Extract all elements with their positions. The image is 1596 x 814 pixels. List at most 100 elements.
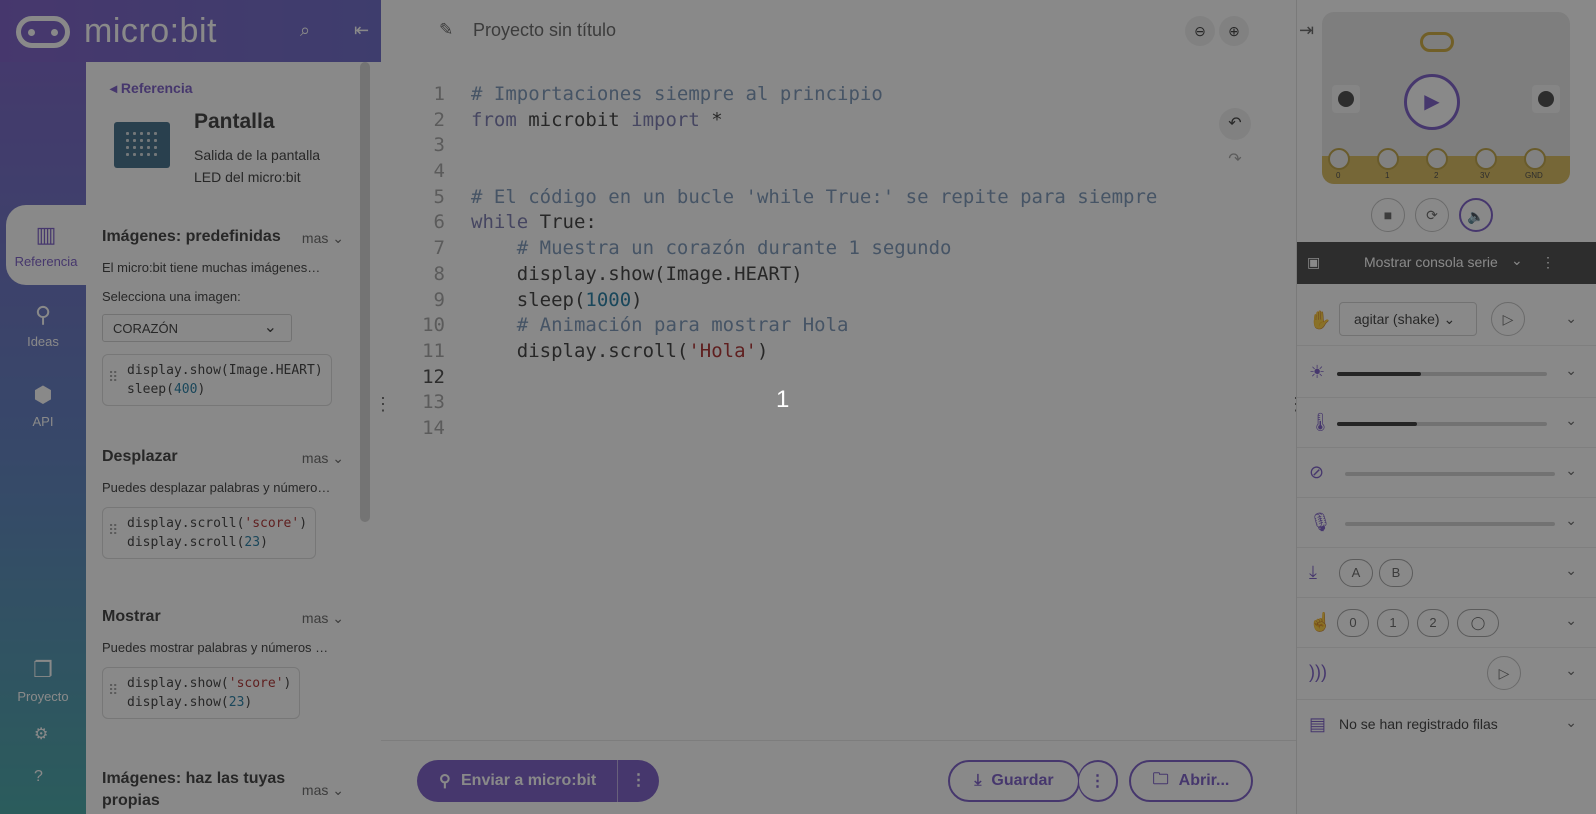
more-toggle[interactable]: mas ⌄ — [302, 230, 344, 247]
compass-icon: ⊘ — [1309, 462, 1325, 482]
more-toggle[interactable]: mas ⌄ — [302, 450, 344, 467]
scrollbar[interactable] — [360, 62, 370, 522]
undo-button[interactable]: ↶ — [1219, 108, 1251, 140]
serial-console-bar[interactable]: ▣ Mostrar consola serie ⌄ ⋮ — [1297, 242, 1596, 284]
pencil-icon[interactable]: ✎ — [439, 20, 453, 40]
serial-more-icon[interactable]: ⋮ — [1541, 254, 1555, 271]
touch-pin-0[interactable]: 0 — [1337, 609, 1369, 637]
code-snippet[interactable]: display.show(Image.HEART) sleep(400) — [102, 354, 332, 406]
pin-label: 0 — [1336, 171, 1341, 180]
sound-slider[interactable] — [1345, 522, 1555, 526]
led-display-thumbnail — [114, 122, 170, 168]
sensor-radio: ))) ▷ ⌄ — [1297, 648, 1596, 700]
zoom-in-button[interactable]: ⊕ — [1219, 16, 1249, 46]
sensor-buttons: ⤓ A B ⌄ — [1297, 548, 1596, 598]
image-select-value: CORAZÓN — [113, 321, 178, 336]
help-icon[interactable]: ? — [34, 768, 43, 786]
project-name[interactable]: Proyecto sin título — [473, 20, 616, 41]
section-desc: Puedes mostrar palabras y números … — [102, 640, 329, 655]
image-select[interactable]: CORAZÓN — [102, 314, 292, 342]
code-line: 3 — [401, 133, 1157, 159]
rail-item-label: Ideas — [27, 333, 59, 349]
usb-icon: ⚲ — [439, 773, 451, 790]
compass-slider[interactable] — [1345, 472, 1555, 476]
mute-button[interactable]: 🔈 — [1459, 198, 1493, 232]
ref-section-scroll: Desplazar mas ⌄ Puedes desplazar palabra… — [102, 448, 360, 559]
line-number: 1 — [433, 83, 445, 105]
button-a-toggle[interactable]: A — [1339, 559, 1373, 587]
temperature-slider-fill — [1337, 422, 1417, 426]
temperature-slider[interactable] — [1337, 422, 1547, 426]
board-button-b[interactable] — [1532, 85, 1560, 113]
sensor-temperature: 🌡 ⌄ — [1297, 398, 1596, 448]
stop-icon: ■ — [1383, 207, 1393, 223]
resize-handle-left[interactable]: ⋮ — [374, 394, 392, 415]
code-snippet[interactable]: display.show('score') display.show(23) — [102, 667, 301, 719]
play-simulator-button[interactable]: ▶ — [1404, 74, 1460, 130]
microbit-board: ▶ 0 1 2 3V GND — [1322, 12, 1570, 184]
send-more-button[interactable]: ⋮ — [617, 760, 659, 802]
stop-button[interactable]: ■ — [1371, 198, 1405, 232]
pin-1[interactable] — [1377, 148, 1399, 170]
save-button[interactable]: ⤓ Guardar — [948, 760, 1080, 802]
touch-pin-1[interactable]: 1 — [1377, 609, 1409, 637]
download-icon: ⤓ — [974, 772, 982, 789]
rail-item-project[interactable]: ❐ Proyecto — [0, 640, 86, 720]
chevron-down-icon[interactable]: ⌄ — [1565, 362, 1577, 379]
open-button[interactable]: 🗀 Abrir... — [1129, 760, 1253, 802]
send-to-microbit-button[interactable]: ⚲ Enviar a micro:bit ⋮ — [417, 760, 659, 802]
gesture-select[interactable]: agitar (shake) ⌄ — [1339, 302, 1477, 336]
chevron-down-icon[interactable]: ⌄ — [1565, 512, 1577, 529]
breadcrumb-back[interactable]: ◂ Referencia — [110, 80, 193, 97]
chevron-down-icon[interactable]: ⌄ — [1565, 662, 1577, 679]
chevron-down-icon[interactable]: ⌄ — [1565, 562, 1577, 579]
reset-button[interactable]: ⟳ — [1415, 198, 1449, 232]
light-slider[interactable] — [1337, 372, 1547, 376]
more-toggle[interactable]: mas ⌄ — [302, 782, 344, 799]
send-radio-button[interactable]: ▷ — [1487, 656, 1521, 690]
search-icon[interactable]: ⌕ — [300, 20, 310, 41]
rail-item-api[interactable]: ⬢ API — [0, 365, 86, 445]
code-line: display.scroll(23) — [127, 535, 268, 550]
undo-icon: ↶ — [1228, 115, 1242, 132]
code-line: 9 sleep(1000) — [401, 288, 1157, 314]
pin-0[interactable] — [1328, 148, 1350, 170]
chevron-down-icon[interactable]: ⌄ — [1565, 612, 1577, 629]
action-bar: ⚲ Enviar a micro:bit ⋮ ⤓ Guardar ⋮ 🗀 Abr… — [381, 740, 1296, 814]
code-line: 14 — [401, 416, 1157, 442]
zoom-in-icon: ⊕ — [1228, 23, 1240, 39]
send-label: Enviar a micro:bit — [461, 772, 597, 789]
collapse-sidebar-icon[interactable]: ⇤ — [354, 20, 369, 41]
open-label: Abrir... — [1178, 772, 1230, 789]
sidebar-rail: ▥ Referencia ⚲ Ideas ⬢ API ❐ Proyecto ⚙ … — [0, 0, 86, 814]
rail-item-ideas[interactable]: ⚲ Ideas — [0, 285, 86, 365]
code-snippet[interactable]: display.scroll('score') display.scroll(2… — [102, 507, 317, 559]
touch-pin-2[interactable]: 2 — [1417, 609, 1449, 637]
chevron-down-icon[interactable]: ⌄ — [1565, 310, 1577, 327]
button-b-toggle[interactable]: B — [1379, 559, 1413, 587]
chevron-down-icon[interactable]: ⌄ — [1565, 412, 1577, 429]
line-number: 5 — [433, 185, 445, 208]
zoom-out-button[interactable]: ⊖ — [1185, 16, 1215, 46]
serial-label: Mostrar consola serie — [1364, 254, 1498, 270]
line-number: 6 — [433, 211, 445, 234]
settings-icon[interactable]: ⚙ — [34, 724, 48, 744]
ref-section-images-builtin: Imágenes: predefinidas mas ⌄ El micro:bi… — [102, 228, 360, 406]
save-label: Guardar — [991, 772, 1054, 789]
rail-item-reference[interactable]: ▥ Referencia — [6, 205, 86, 285]
chevron-down-icon[interactable]: ⌄ — [1565, 462, 1577, 479]
chevron-down-icon[interactable]: ⌄ — [1565, 714, 1577, 731]
send-gesture-button[interactable]: ▷ — [1491, 302, 1525, 336]
board-face-icon — [1420, 32, 1454, 52]
save-more-button[interactable]: ⋮ — [1078, 760, 1118, 802]
data-log-status: No se han registrado filas — [1339, 716, 1498, 732]
python-icon: ⬢ — [33, 381, 53, 407]
collapse-simulator-icon[interactable]: ⇥ — [1299, 20, 1314, 41]
redo-button[interactable]: ↷ — [1219, 144, 1251, 176]
touch-logo[interactable]: ◯ — [1457, 609, 1499, 637]
board-button-a[interactable] — [1332, 85, 1360, 113]
pin-2[interactable] — [1426, 148, 1448, 170]
more-toggle[interactable]: mas ⌄ — [302, 610, 344, 627]
reset-icon: ⟳ — [1426, 207, 1438, 223]
section-title: Imágenes: haz las tuyas propias — [102, 770, 286, 809]
